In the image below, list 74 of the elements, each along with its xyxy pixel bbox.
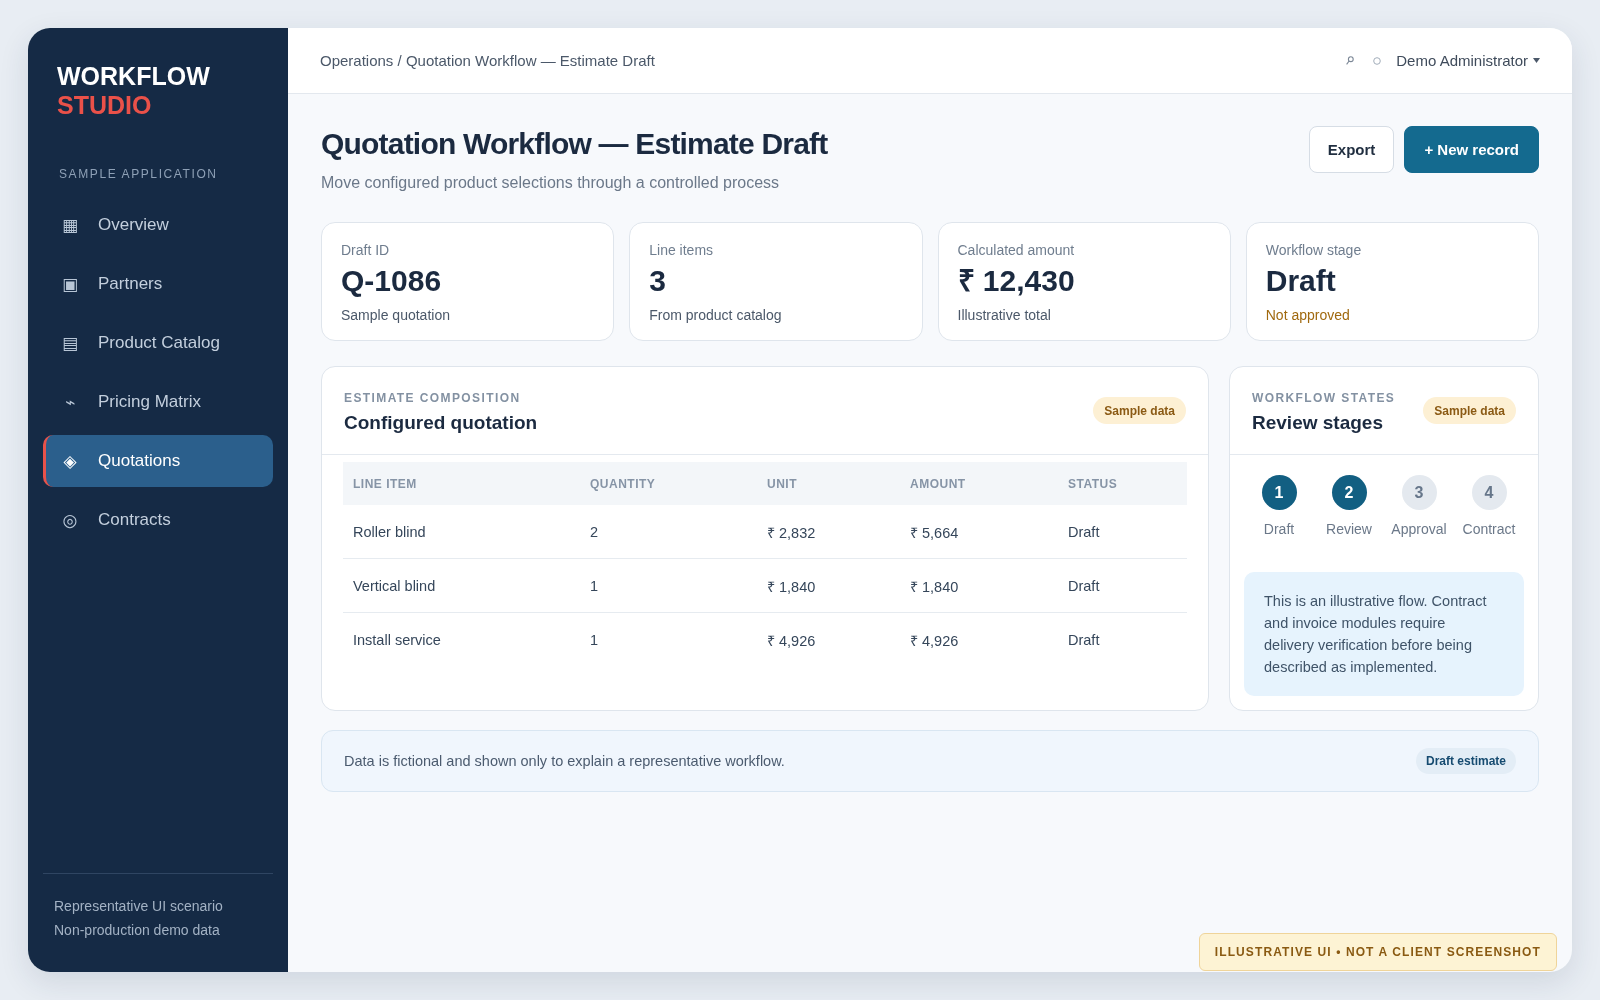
panel-title: Review stages (1252, 410, 1383, 435)
table-cell: Draft (1068, 632, 1100, 648)
stat-label: Line items (649, 241, 714, 259)
nav-item[interactable]: ◈ Quotations (43, 435, 273, 487)
stat-value: ₹ 12,430 (957, 263, 1075, 299)
stat-note: Illustrative total (957, 306, 1051, 324)
new-record-button[interactable]: + New record (1404, 126, 1539, 173)
table-cell: 1 (590, 632, 599, 648)
stat-value: Q-1086 (341, 263, 442, 299)
panel-title: Configured quotation (344, 410, 538, 435)
grid-icon: ▦ (60, 215, 80, 235)
footer-note: Representative UI scenario (54, 897, 223, 916)
nav-item[interactable]: ◎ Contracts (43, 494, 273, 546)
step-label: Review (1326, 520, 1372, 538)
table-cell: Draft (1068, 523, 1100, 540)
step-marker: 2 (1331, 475, 1367, 510)
table-cell: Install service (353, 632, 441, 648)
diamond-icon: ◈ (60, 451, 80, 471)
zigzag-icon: ⌁ (60, 392, 80, 412)
nav-item[interactable]: ▣ Partners (43, 258, 273, 310)
app-logo: WORKFLOW STUDIO (57, 62, 210, 120)
status-badge: Draft estimate (1415, 748, 1516, 774)
sample-badge: Sample data (1093, 397, 1186, 424)
user-menu[interactable]: Demo Administrator (1396, 52, 1540, 69)
table-cell-text: ₹ 2,832 (767, 523, 816, 542)
table-cell-text: ₹ 1,840 (767, 577, 816, 596)
table-cell: Roller blind (353, 523, 426, 540)
panel-eyebrow: ESTIMATE COMPOSITION (344, 390, 521, 405)
column-header: LINE ITEM (353, 476, 417, 491)
table-cell: Draft (1068, 577, 1100, 594)
table-cell-text: ₹ 4,926 (767, 632, 816, 650)
stat-value: 3 (649, 263, 666, 299)
step-label: Contract (1462, 520, 1516, 538)
nav-item[interactable]: ⌁ Pricing Matrix (43, 376, 273, 428)
table-cell: Vertical blind (353, 577, 436, 594)
table-cell: 2 (590, 523, 599, 540)
step-label: Approval (1391, 520, 1447, 538)
column-header: AMOUNT (910, 476, 966, 491)
stat-label: Calculated amount (957, 241, 1075, 259)
table-cell-text: ₹ 4,926 (910, 632, 959, 650)
stat-label: Workflow stage (1265, 241, 1362, 259)
column-header: UNIT (767, 476, 797, 491)
step-marker: 4 (1471, 475, 1507, 510)
target-icon: ◎ (60, 510, 80, 530)
step-marker: 3 (1401, 475, 1437, 510)
info-note: This is an illustrative flow. Contract and invoice modules require delivery verification before being described as implemented. (1244, 572, 1524, 696)
disclaimer-badge: ILLUSTRATIVE UI • NOT A CLIENT SCREENSHOT (1198, 933, 1557, 971)
stat-note: Not approved (1265, 306, 1350, 324)
caret-icon (1533, 58, 1540, 63)
column-header: STATUS (1068, 476, 1118, 491)
column-header: QUANTITY (590, 476, 656, 491)
table-cell-text: ₹ 1,840 (910, 577, 959, 596)
stat-note: Sample quotation (341, 306, 450, 324)
page-subtitle: Move configured product selections through a controlled process (321, 173, 780, 193)
stat-value: Draft (1265, 263, 1336, 299)
sample-badge: Sample data (1423, 397, 1516, 424)
section-label: SAMPLE APPLICATION (59, 167, 218, 181)
nav-item[interactable]: ▦ Overview (43, 199, 273, 251)
table-cell: 1 (590, 577, 599, 594)
nav-item[interactable]: ▤ Product Catalog (43, 317, 273, 369)
breadcrumb: Operations / Quotation Workflow — Estimate Draft (320, 52, 655, 69)
stat-label: Draft ID (341, 241, 390, 259)
search-icon[interactable] (1346, 56, 1355, 65)
step-marker: 1 (1261, 475, 1297, 510)
framed-square-icon: ▣ (60, 274, 80, 294)
table-cell-text: ₹ 5,664 (910, 523, 959, 542)
export-button[interactable]: Export (1308, 126, 1395, 173)
notice-text: Data is fictional and shown only to explain a representative workflow. (344, 753, 785, 769)
step-label: Draft (1263, 520, 1295, 538)
panel-eyebrow: WORKFLOW STATES (1252, 390, 1396, 405)
lines-icon: ▤ (60, 333, 80, 353)
footer-note: Non-production demo data (54, 921, 220, 940)
stat-note: From product catalog (649, 306, 782, 324)
page-title: Quotation Workflow — Estimate Draft (321, 126, 828, 162)
